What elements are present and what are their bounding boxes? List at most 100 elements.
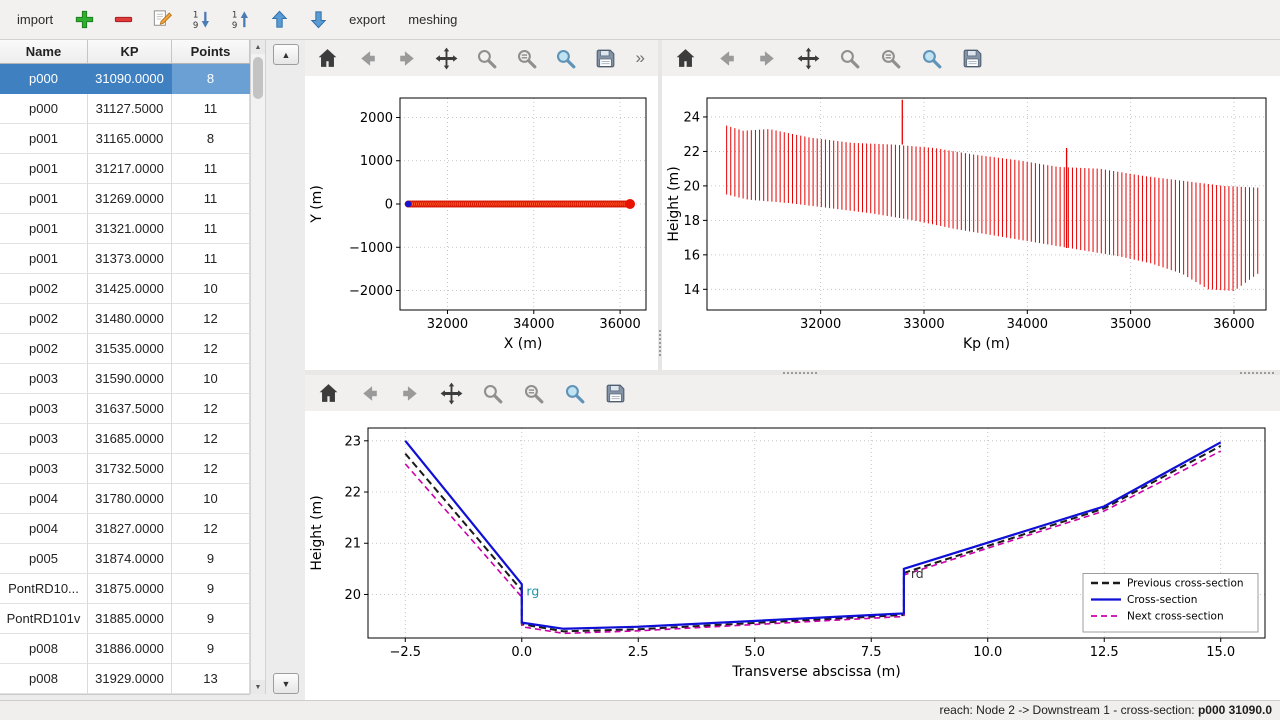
move-up-button[interactable] [266,7,292,33]
zoom-button[interactable] [474,45,500,72]
cell-name[interactable]: p002 [0,274,88,304]
forward-button[interactable] [754,45,781,72]
cell-points[interactable]: 10 [172,364,250,394]
table-row[interactable]: p00331685.000012 [0,424,250,454]
cell-name[interactable]: p004 [0,484,88,514]
table-row[interactable]: p00831886.00009 [0,634,250,664]
cell-name[interactable]: PontRD10... [0,574,88,604]
save-button[interactable] [593,45,619,72]
cell-points[interactable]: 11 [172,214,250,244]
cell-kp[interactable]: 31090.0000 [88,64,172,94]
cell-name[interactable]: p008 [0,664,88,694]
pan-button[interactable] [795,45,822,72]
cell-kp[interactable]: 31885.0000 [88,604,172,634]
cell-name[interactable]: p000 [0,94,88,124]
cell-name[interactable]: p003 [0,454,88,484]
meshing-button[interactable]: meshing [403,9,462,30]
cell-points[interactable]: 10 [172,274,250,304]
table-row[interactable]: p00031127.500011 [0,94,250,124]
cell-name[interactable]: p002 [0,304,88,334]
cell-name[interactable]: p001 [0,184,88,214]
save-button[interactable] [602,380,629,407]
column-header-kp[interactable]: KP [88,40,172,63]
cell-kp[interactable]: 31535.0000 [88,334,172,364]
pan-button[interactable] [434,45,460,72]
cell-name[interactable]: p001 [0,244,88,274]
cell-name[interactable]: PontRD101v [0,604,88,634]
cell-points[interactable]: 12 [172,424,250,454]
cell-name[interactable]: p003 [0,394,88,424]
zoom-to-rect-button[interactable] [561,380,588,407]
move-down-button[interactable] [305,7,331,33]
cell-points[interactable]: 12 [172,334,250,364]
cell-points[interactable]: 12 [172,514,250,544]
column-header-name[interactable]: Name [0,40,88,63]
cell-points[interactable]: 11 [172,244,250,274]
home-button[interactable] [315,380,342,407]
subplots-button[interactable] [520,380,547,407]
cell-kp[interactable]: 31874.0000 [88,544,172,574]
home-button[interactable] [315,45,341,72]
save-button[interactable] [959,45,986,72]
cell-kp[interactable]: 31685.0000 [88,424,172,454]
cell-name[interactable]: p004 [0,514,88,544]
cell-kp[interactable]: 31929.0000 [88,664,172,694]
subplots-button[interactable] [513,45,539,72]
subplots-button[interactable] [877,45,904,72]
table-row[interactable]: PontRD101v31885.00009 [0,604,250,634]
cell-name[interactable]: p000 [0,64,88,94]
import-button[interactable]: import [12,9,58,30]
cell-points[interactable]: 8 [172,64,250,94]
cell-points[interactable]: 10 [172,484,250,514]
toolbar-overflow-button[interactable]: » [633,48,648,68]
cell-points[interactable]: 9 [172,574,250,604]
zoom-to-rect-button[interactable] [553,45,579,72]
add-cross-section-button[interactable] [71,7,97,33]
cell-kp[interactable]: 31373.0000 [88,244,172,274]
zoom-button[interactable] [479,380,506,407]
pan-button[interactable] [438,380,465,407]
back-button[interactable] [713,45,740,72]
cell-name[interactable]: p001 [0,214,88,244]
table-row[interactable]: p00131269.000011 [0,184,250,214]
cell-kp[interactable]: 31827.0000 [88,514,172,544]
table-row[interactable]: p00331590.000010 [0,364,250,394]
table-scrollbar[interactable]: ▲ ▼ [250,40,266,694]
forward-button[interactable] [394,45,420,72]
column-header-points[interactable]: Points [172,40,250,63]
cell-points[interactable]: 11 [172,184,250,214]
back-button[interactable] [356,380,383,407]
scrollbar-down-arrow-icon[interactable]: ▼ [251,680,265,694]
edit-cross-section-button[interactable] [149,7,175,33]
cell-points[interactable]: 11 [172,154,250,184]
cell-kp[interactable]: 31425.0000 [88,274,172,304]
cell-points[interactable]: 12 [172,394,250,424]
cell-name[interactable]: p005 [0,544,88,574]
table-row[interactable]: p00031090.00008 [0,64,250,94]
next-section-button[interactable]: ▼ [273,673,299,694]
table-row[interactable]: PontRD10...31875.00009 [0,574,250,604]
zoom-button[interactable] [836,45,863,72]
cell-kp[interactable]: 31875.0000 [88,574,172,604]
export-button[interactable]: export [344,9,390,30]
remove-cross-section-button[interactable] [110,7,136,33]
previous-section-button[interactable]: ▲ [273,44,299,65]
table-row[interactable]: p00231480.000012 [0,304,250,334]
cell-name[interactable]: p001 [0,124,88,154]
cell-kp[interactable]: 31732.5000 [88,454,172,484]
cell-kp[interactable]: 31127.5000 [88,94,172,124]
sort-ascending-button[interactable]: 19 [227,7,253,33]
cell-kp[interactable]: 31480.0000 [88,304,172,334]
scrollbar-up-arrow-icon[interactable]: ▲ [251,40,265,54]
scrollbar-thumb[interactable] [253,57,263,99]
cell-points[interactable]: 9 [172,544,250,574]
table-row[interactable]: p00131165.00008 [0,124,250,154]
cell-kp[interactable]: 31217.0000 [88,154,172,184]
cell-kp[interactable]: 31321.0000 [88,214,172,244]
back-button[interactable] [355,45,381,72]
cell-points[interactable]: 9 [172,604,250,634]
longitudinal-profile-figure[interactable]: 3200033000340003500036000141618202224Kp … [662,76,1280,370]
cell-points[interactable]: 12 [172,304,250,334]
cell-points[interactable]: 8 [172,124,250,154]
cell-name[interactable]: p002 [0,334,88,364]
